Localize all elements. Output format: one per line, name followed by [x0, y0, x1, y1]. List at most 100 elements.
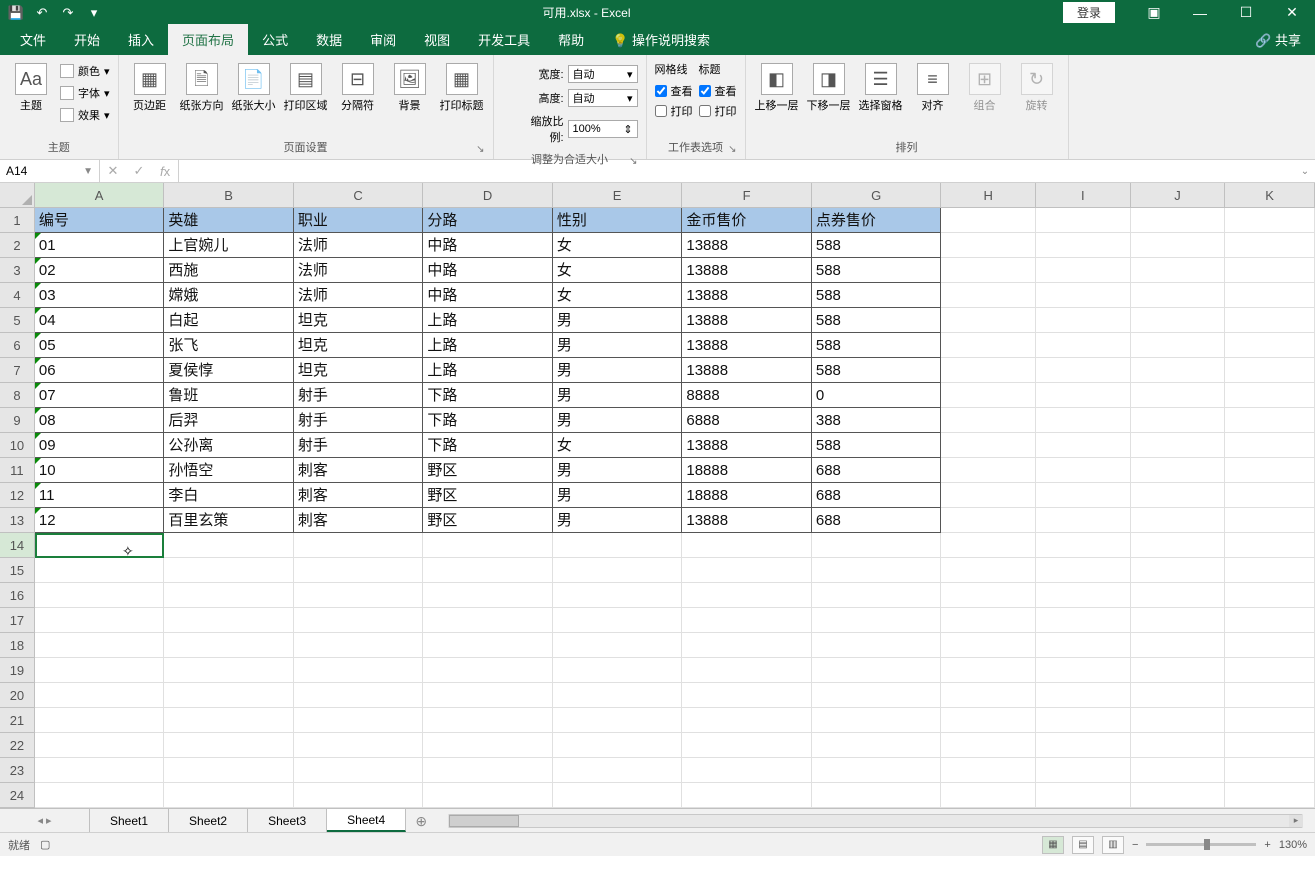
- cell[interactable]: 8888: [682, 383, 812, 408]
- cell[interactable]: [1036, 683, 1131, 708]
- cell[interactable]: [1131, 558, 1226, 583]
- cell[interactable]: [423, 583, 553, 608]
- cell[interactable]: 588: [812, 283, 942, 308]
- cell[interactable]: 法师: [294, 258, 424, 283]
- row-header[interactable]: 13: [0, 508, 35, 533]
- cell[interactable]: 688: [812, 508, 942, 533]
- cell[interactable]: [1225, 433, 1315, 458]
- themes-button[interactable]: Aa 主题: [8, 59, 54, 113]
- cell[interactable]: 10: [35, 458, 165, 483]
- cell[interactable]: [1225, 658, 1315, 683]
- cell[interactable]: 上路: [423, 333, 553, 358]
- cell[interactable]: [35, 708, 165, 733]
- cell[interactable]: 05: [35, 333, 165, 358]
- cell[interactable]: [1225, 408, 1315, 433]
- height-combo[interactable]: 自动▾: [568, 89, 638, 107]
- cell[interactable]: [1225, 733, 1315, 758]
- cell[interactable]: 刺客: [294, 508, 424, 533]
- sheet-nav[interactable]: ◂ ▸: [0, 809, 90, 832]
- scrollbar-thumb[interactable]: [449, 815, 519, 827]
- cell[interactable]: [1131, 758, 1226, 783]
- cell[interactable]: 388: [812, 408, 942, 433]
- cell[interactable]: [1036, 408, 1131, 433]
- column-header-I[interactable]: I: [1036, 183, 1131, 207]
- cell[interactable]: [1036, 333, 1131, 358]
- maximize-icon[interactable]: ☐: [1223, 0, 1269, 25]
- cell[interactable]: [812, 608, 942, 633]
- cell[interactable]: 坦克: [294, 308, 424, 333]
- cell[interactable]: 13888: [682, 333, 812, 358]
- print-titles-button[interactable]: ▦打印标题: [439, 59, 485, 113]
- column-header-K[interactable]: K: [1225, 183, 1315, 207]
- cell[interactable]: [941, 783, 1036, 808]
- cell[interactable]: [553, 533, 683, 558]
- cell[interactable]: 06: [35, 358, 165, 383]
- cell[interactable]: 男: [553, 483, 683, 508]
- cell[interactable]: [423, 783, 553, 808]
- cell[interactable]: [423, 558, 553, 583]
- cell[interactable]: 英雄: [164, 208, 294, 233]
- cell[interactable]: [1036, 608, 1131, 633]
- row-header[interactable]: 9: [0, 408, 35, 433]
- close-icon[interactable]: ✕: [1269, 0, 1315, 25]
- cell[interactable]: 上官婉儿: [164, 233, 294, 258]
- cell[interactable]: [1131, 383, 1226, 408]
- cell[interactable]: [553, 608, 683, 633]
- cell[interactable]: [294, 633, 424, 658]
- cell[interactable]: 公孙离: [164, 433, 294, 458]
- cell[interactable]: [1225, 508, 1315, 533]
- headings-print-checkbox[interactable]: 打印: [699, 103, 737, 119]
- cell[interactable]: 金币售价: [682, 208, 812, 233]
- cell[interactable]: 中路: [423, 283, 553, 308]
- cell[interactable]: [682, 583, 812, 608]
- column-header-F[interactable]: F: [682, 183, 812, 207]
- cell[interactable]: [553, 558, 683, 583]
- undo-icon[interactable]: ↶: [34, 5, 50, 21]
- qat-customize-icon[interactable]: ▾: [86, 5, 102, 21]
- cell[interactable]: [294, 783, 424, 808]
- cell[interactable]: [423, 758, 553, 783]
- cell[interactable]: 野区: [423, 483, 553, 508]
- cell[interactable]: [812, 758, 942, 783]
- cell[interactable]: [294, 758, 424, 783]
- cell[interactable]: [941, 283, 1036, 308]
- cell[interactable]: [553, 708, 683, 733]
- cell[interactable]: [941, 558, 1036, 583]
- cell[interactable]: 中路: [423, 258, 553, 283]
- row-header[interactable]: 10: [0, 433, 35, 458]
- cell[interactable]: 6888: [682, 408, 812, 433]
- cell[interactable]: 男: [553, 458, 683, 483]
- cell[interactable]: 01: [35, 233, 165, 258]
- cell[interactable]: [941, 733, 1036, 758]
- cell[interactable]: [1225, 783, 1315, 808]
- cell[interactable]: 13888: [682, 233, 812, 258]
- cell[interactable]: [1036, 358, 1131, 383]
- page-layout-view-button[interactable]: ▤: [1072, 836, 1094, 854]
- cell[interactable]: 西施: [164, 258, 294, 283]
- cell[interactable]: [941, 658, 1036, 683]
- tab-tellme[interactable]: 💡 操作说明搜索: [598, 24, 724, 55]
- cell[interactable]: [294, 683, 424, 708]
- cell[interactable]: [941, 208, 1036, 233]
- cell[interactable]: [1225, 458, 1315, 483]
- save-icon[interactable]: 💾: [8, 5, 24, 21]
- cell[interactable]: [1225, 758, 1315, 783]
- cell[interactable]: [1036, 508, 1131, 533]
- cell[interactable]: [941, 258, 1036, 283]
- sheet-options-launcher-icon[interactable]: ↘: [728, 144, 736, 155]
- scroll-right-icon[interactable]: ▸: [1289, 815, 1303, 827]
- cell[interactable]: [423, 708, 553, 733]
- cell[interactable]: [682, 608, 812, 633]
- cell[interactable]: [1036, 308, 1131, 333]
- group-button[interactable]: ⊞组合: [962, 59, 1008, 113]
- page-break-view-button[interactable]: ▥: [1102, 836, 1124, 854]
- cell[interactable]: 04: [35, 308, 165, 333]
- cell[interactable]: 野区: [423, 508, 553, 533]
- cell[interactable]: [812, 583, 942, 608]
- zoom-out-button[interactable]: −: [1132, 839, 1138, 851]
- row-header[interactable]: 16: [0, 583, 35, 608]
- cell[interactable]: [941, 333, 1036, 358]
- redo-icon[interactable]: ↷: [60, 5, 76, 21]
- cell[interactable]: 女: [553, 258, 683, 283]
- scale-spinner[interactable]: 100%⇕: [568, 120, 638, 138]
